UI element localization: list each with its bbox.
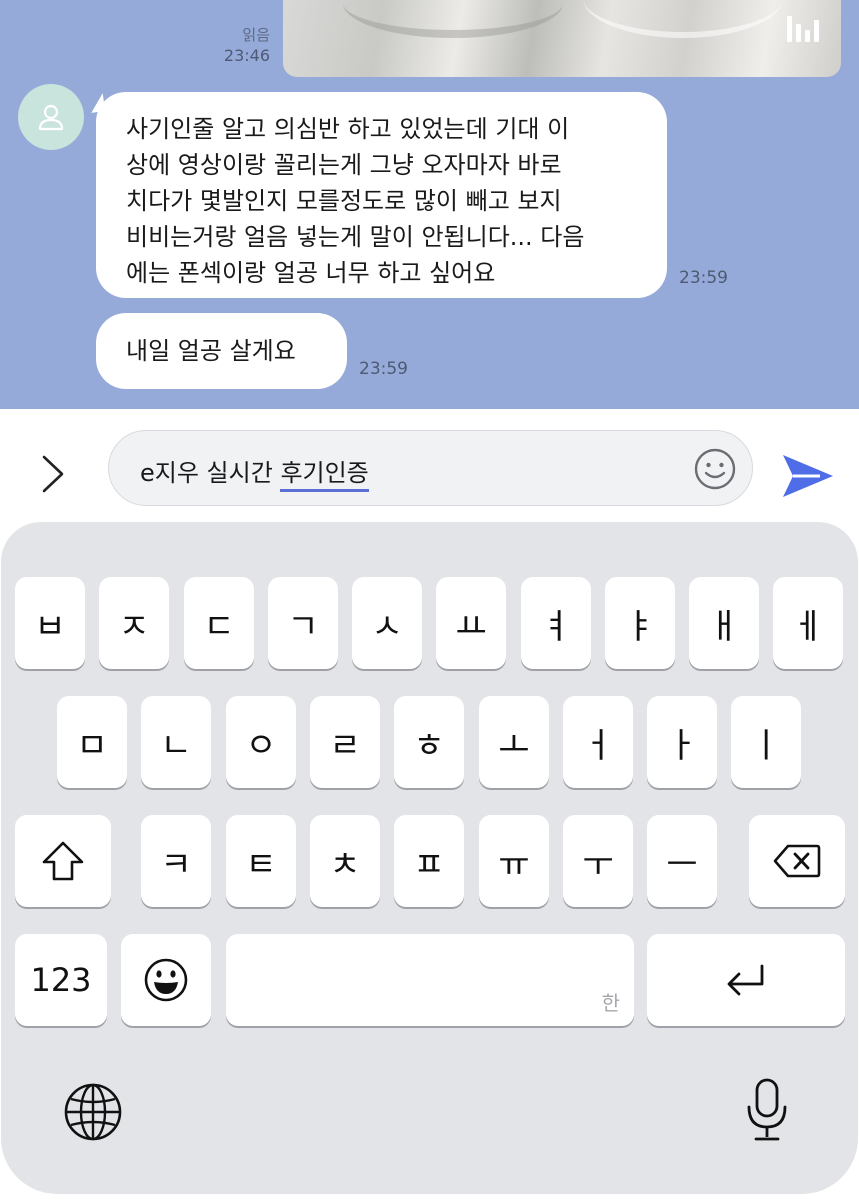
chat-area[interactable]: 읽음 23:46 사기인줄 알고 의심반 하고 있었는데 기대 이 상에 영상이… xyxy=(0,0,859,409)
backspace-key[interactable] xyxy=(749,815,845,907)
message-line: 치다가 몇발인지 모를정도로 많이 빼고 보지 xyxy=(126,187,562,215)
key[interactable]: ㅁ xyxy=(57,696,127,788)
key[interactable]: ㅓ xyxy=(563,696,633,788)
key[interactable]: ㅇ xyxy=(226,696,296,788)
message-bubble[interactable]: 사기인줄 알고 의심반 하고 있었는데 기대 이 상에 영상이랑 꼴리는게 그냥… xyxy=(96,92,667,298)
return-key[interactable] xyxy=(647,934,845,1026)
key[interactable]: ㅅ xyxy=(352,577,422,669)
emoji-key[interactable] xyxy=(121,934,211,1026)
key[interactable]: ㅌ xyxy=(226,815,296,907)
message-line: 비비는거랑 얼음 넣는게 말이 안됩니다... 다음 xyxy=(126,223,585,251)
space-key[interactable]: 한 xyxy=(226,934,634,1026)
key[interactable]: ㅏ xyxy=(647,696,717,788)
message-line: 에는 폰섹이랑 얼공 너무 하고 싶어요 xyxy=(126,259,496,287)
globe-icon xyxy=(64,1083,122,1141)
send-button[interactable] xyxy=(780,451,836,501)
key[interactable]: ㅐ xyxy=(689,577,759,669)
key[interactable]: ㅜ xyxy=(563,815,633,907)
emoji-button[interactable] xyxy=(693,447,737,491)
return-icon xyxy=(727,964,764,996)
message-time: 23:59 xyxy=(359,359,408,379)
key[interactable]: ㅕ xyxy=(521,577,591,669)
globe-button[interactable] xyxy=(61,1080,125,1144)
key[interactable]: ㅍ xyxy=(394,815,464,907)
message-text: 내일 얼공 살게요 xyxy=(126,337,296,365)
message-bubble[interactable]: 내일 얼공 살게요 xyxy=(96,313,347,389)
message-time: 23:59 xyxy=(679,268,728,288)
avatar[interactable] xyxy=(18,84,84,150)
key[interactable]: ㅈ xyxy=(99,577,169,669)
key[interactable]: ㅑ xyxy=(605,577,675,669)
message-input-bar: e지우 실시간 후기인증 xyxy=(0,409,859,524)
key[interactable]: ㅣ xyxy=(731,696,801,788)
input-composing-text: 후기인증 xyxy=(280,459,369,492)
key[interactable]: ㅗ xyxy=(479,696,549,788)
key[interactable]: ㅊ xyxy=(310,815,380,907)
message-input[interactable]: e지우 실시간 후기인증 xyxy=(108,430,753,506)
microphone-button[interactable] xyxy=(741,1074,793,1146)
key[interactable]: ㅠ xyxy=(479,815,549,907)
expand-menu-button[interactable] xyxy=(36,451,68,497)
key[interactable]: ㅛ xyxy=(436,577,506,669)
person-icon xyxy=(38,104,64,131)
key[interactable]: ㄷ xyxy=(184,577,254,669)
shift-key[interactable] xyxy=(15,815,111,907)
keyboard: ㅂ ㅈ ㄷ ㄱ ㅅ ㅛ ㅕ ㅑ ㅐ ㅔ ㅁ ㄴ ㅇ ㄹ ㅎ ㅗ ㅓ ㅏ ㅣ ㅋ … xyxy=(1,522,858,1194)
input-language-hint: 한 xyxy=(601,991,620,1015)
video-thumbnail[interactable] xyxy=(283,0,841,77)
microphone-icon xyxy=(747,1078,787,1141)
chevron-right-icon xyxy=(42,455,64,493)
numbers-key[interactable]: 123 xyxy=(15,934,107,1026)
key[interactable]: ㅎ xyxy=(394,696,464,788)
key[interactable]: ㅋ xyxy=(141,815,211,907)
key[interactable]: ㄴ xyxy=(141,696,211,788)
key[interactable]: ㄱ xyxy=(268,577,338,669)
input-text: e지우 실시간 xyxy=(140,459,281,487)
message-line: 상에 영상이랑 꼴리는게 그냥 오자마자 바로 xyxy=(126,151,562,179)
shift-icon xyxy=(42,841,84,881)
message-line: 사기인줄 알고 의심반 하고 있었는데 기대 이 xyxy=(126,115,570,143)
smiley-icon xyxy=(694,448,736,490)
read-status: 읽음 xyxy=(242,26,270,44)
media-bars-icon xyxy=(787,16,821,42)
key[interactable]: ㅂ xyxy=(15,577,85,669)
message-time: 23:46 xyxy=(223,46,270,65)
key[interactable]: ㅡ xyxy=(647,815,717,907)
send-icon xyxy=(783,455,833,497)
key[interactable]: ㄹ xyxy=(310,696,380,788)
emoji-icon xyxy=(144,958,188,1002)
key[interactable]: ㅔ xyxy=(773,577,843,669)
backspace-icon xyxy=(773,844,821,878)
